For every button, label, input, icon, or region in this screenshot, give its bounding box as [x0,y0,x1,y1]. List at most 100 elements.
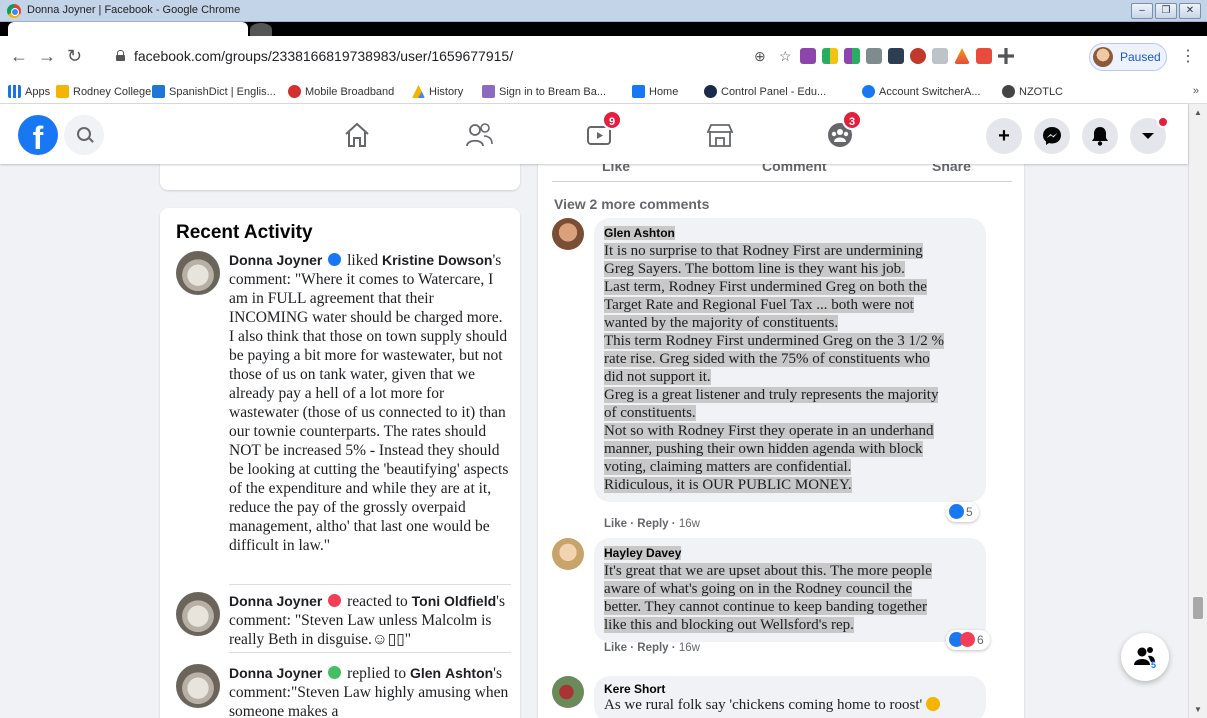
commenter-name[interactable]: Kere Short [604,682,976,696]
marketplace-icon[interactable] [706,122,734,148]
comment: Glen Ashton It is no surprise to that Ro… [552,218,1012,538]
actor-link[interactable]: Donna Joyner [229,252,322,268]
messenger-icon[interactable] [1034,118,1070,154]
bookmark-item[interactable]: Sign in to Bream Ba... [482,85,606,98]
target-link[interactable]: Oldfield [444,593,496,609]
search-icon[interactable] [64,115,104,155]
facebook-logo[interactable]: f [18,115,58,155]
commenter-avatar[interactable] [552,218,584,250]
facebook-circle-icon [862,85,875,98]
zoom-icon[interactable]: ⊕ [754,48,766,65]
extensions-puzzle-icon[interactable] [998,48,1014,64]
comment-time[interactable]: 16w [679,518,700,530]
menu-kebab-icon[interactable]: ⋮ [1180,46,1196,66]
target-link[interactable]: Dowson [438,252,492,268]
broadband-icon [288,85,301,98]
like-badge-icon [328,253,342,266]
notifications-bell-icon[interactable] [1082,118,1118,154]
close-window-button[interactable]: ✕ [1179,3,1201,19]
heart-badge-icon [328,594,342,607]
page-scrollbar[interactable]: ▲ ▼ [1188,104,1207,718]
commenter-avatar[interactable] [552,538,584,570]
scroll-up-arrow-icon[interactable]: ▲ [1194,108,1202,117]
scroll-down-arrow-icon[interactable]: ▼ [1194,705,1202,714]
recent-activity-card: Recent Activity Donna Joyner liked Krist… [160,208,520,718]
extension-icon[interactable] [954,48,970,64]
comment-time[interactable]: 16w [679,642,700,654]
target-link[interactable]: Toni [412,593,441,609]
browser-window: Donna Joyner | Facebook - Google Chrome … [0,0,1207,718]
forward-arrow-icon[interactable]: → [38,46,56,67]
extension-icon[interactable] [910,48,926,64]
pcs-icon [482,85,495,98]
bookmark-item[interactable]: NZOTLC [1002,85,1063,98]
like-link[interactable]: Like [604,642,627,654]
new-chat-button[interactable]: 5 [1121,633,1169,681]
extension-icon[interactable] [888,48,904,64]
bookmark-star-icon[interactable]: ☆ [779,48,792,65]
profile-button[interactable]: Paused [1089,43,1167,71]
url-text[interactable]: facebook.com/groups/2338166819738983/use… [134,48,513,64]
bookmark-item[interactable]: History [412,85,463,98]
target-link[interactable]: Glen [410,665,441,681]
drive-icon [412,85,425,98]
bookmark-item[interactable]: Control Panel - Edu... [704,85,826,98]
bookmark-item[interactable]: Home [632,85,678,98]
extension-icon[interactable] [844,48,860,64]
reaction-count[interactable]: 6 [946,630,990,650]
commenter-name[interactable]: Glen Ashton [604,226,675,240]
actor-link[interactable]: Donna Joyner [229,593,322,609]
avatar[interactable] [176,592,220,636]
extension-icon[interactable] [800,48,816,64]
bookmarks-overflow[interactable]: » [1193,85,1199,97]
extension-icon[interactable] [866,48,882,64]
like-action[interactable]: Like [602,164,630,174]
commenter-name[interactable]: Hayley Davey [604,546,682,560]
actor-link[interactable]: Donna Joyner [229,665,322,681]
activity-item: Donna Joyner liked Kristine Dowson's com… [176,251,511,591]
scrollbar-thumb[interactable] [1193,597,1203,619]
like-link[interactable]: Like [604,518,627,530]
create-plus-icon[interactable]: + [986,118,1022,154]
share-action[interactable]: Share [932,164,971,174]
bookmark-item[interactable]: SpanishDict | Englis... [152,85,276,98]
active-tab[interactable] [8,22,248,36]
extension-icon[interactable] [976,48,992,64]
reply-link[interactable]: Reply [637,642,668,654]
target-link[interactable]: Kristine [382,252,434,268]
browser-toolbar: ← → ↻ facebook.com/groups/23381668197389… [0,36,1207,80]
watch-badge: 9 [602,110,622,130]
commenter-avatar[interactable] [552,676,584,708]
extension-icon[interactable] [932,48,948,64]
restore-button[interactable]: ❐ [1155,3,1177,19]
bookmark-item[interactable]: Account SwitcherA... [862,85,981,98]
reaction-count[interactable]: 5 [946,502,979,522]
reply-link[interactable]: Reply [637,518,668,530]
profile-status: Paused [1120,50,1161,64]
bookmark-item[interactable]: Rodney College [56,85,151,98]
minimize-button[interactable]: – [1131,3,1153,19]
avatar[interactable] [176,664,220,708]
reload-icon[interactable]: ↻ [67,46,82,67]
address-bar[interactable]: facebook.com/groups/2338166819738983/use… [112,44,802,70]
back-arrow-icon[interactable]: ← [10,46,28,67]
friends-icon[interactable] [465,122,493,148]
extension-icon[interactable] [822,48,838,64]
like-reaction-icon [949,504,964,519]
comment-body: As we rural folk say 'chickens coming ho… [604,696,976,714]
bookmark-item[interactable]: Mobile Broadband [288,85,394,98]
activity-text: Donna Joyner liked Kristine Dowson's com… [229,252,509,554]
view-more-comments-link[interactable]: View 2 more comments [554,196,709,212]
new-tab-button[interactable] [250,23,272,36]
bookmark-apps[interactable]: Apps [8,85,50,98]
tab-strip [0,22,1207,36]
target-link[interactable]: Ashton [445,665,493,681]
control-panel-icon [704,85,717,98]
extensions-row [800,48,1014,64]
avatar[interactable] [176,251,220,295]
comment-bubble: Hayley Davey It's great that we are upse… [594,538,986,642]
comment-action[interactable]: Comment [762,164,827,174]
account-notification-dot [1157,116,1169,128]
comment-meta: Like · Reply · 16w [604,642,700,654]
home-icon[interactable] [343,122,371,148]
